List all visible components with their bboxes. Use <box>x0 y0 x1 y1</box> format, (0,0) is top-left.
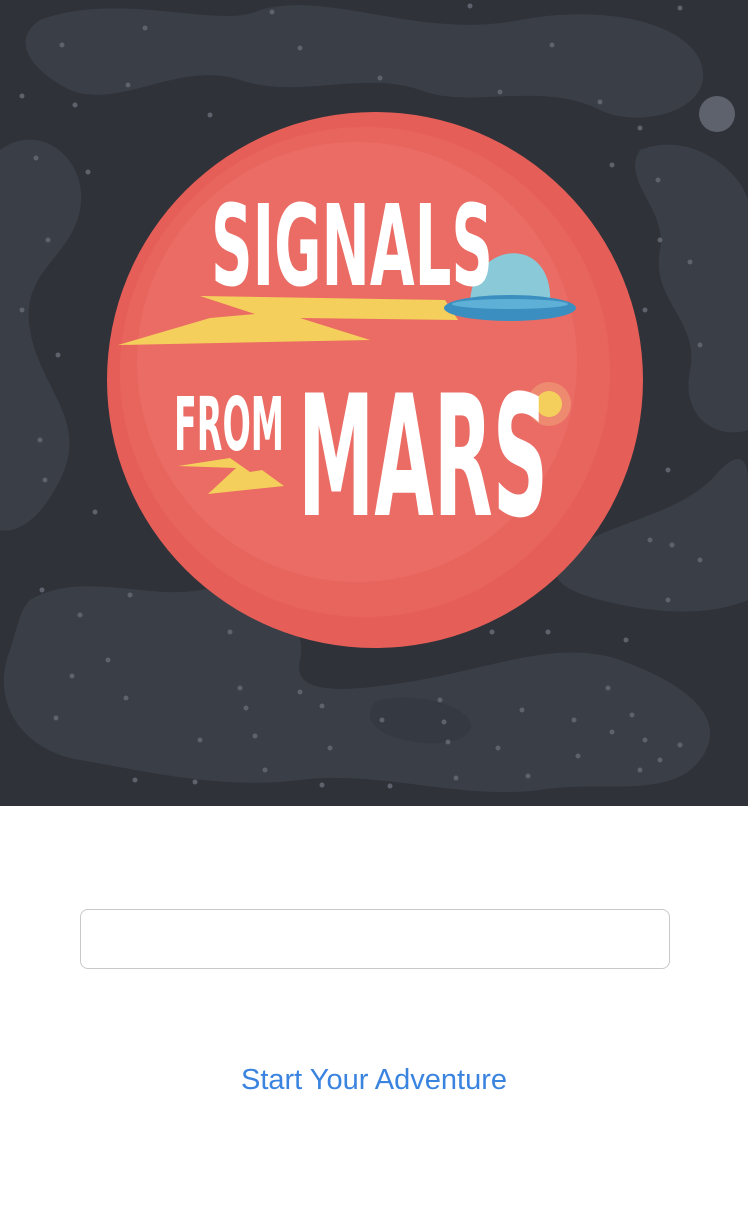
start-adventure-button[interactable]: Start Your Adventure <box>0 1058 748 1102</box>
hero-illustration: SIGNALS FROM MARS <box>0 0 748 806</box>
logo-signals: SIGNALS <box>211 182 493 312</box>
distant-moon <box>699 96 735 132</box>
logo-from: FROM <box>174 382 284 468</box>
logo-mars: MARS <box>298 359 548 555</box>
name-input[interactable] <box>80 909 670 969</box>
